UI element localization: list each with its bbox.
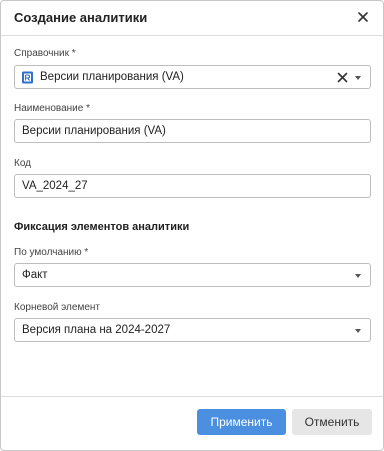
reference-book-icon bbox=[21, 71, 34, 84]
dialog-footer: Применить Отменить bbox=[1, 396, 383, 450]
name-input-value: Версии планирования (VA) bbox=[22, 125, 166, 137]
dialog-title: Создание аналитики bbox=[14, 10, 148, 25]
close-icon[interactable] bbox=[355, 9, 371, 25]
name-input[interactable]: Версии планирования (VA) bbox=[14, 119, 371, 143]
name-label: Наименование * bbox=[14, 103, 90, 114]
default-select-value: Факт bbox=[22, 269, 48, 281]
default-label: По умолчанию * bbox=[14, 247, 89, 258]
dialog-header: Создание аналитики bbox=[1, 1, 383, 36]
chevron-down-icon[interactable] bbox=[355, 76, 361, 80]
code-input[interactable]: VA_2024_27 bbox=[14, 174, 371, 198]
fixation-section-title: Фиксация элементов аналитики bbox=[14, 221, 190, 233]
chevron-down-icon[interactable] bbox=[355, 274, 361, 278]
code-input-value: VA_2024_27 bbox=[22, 180, 88, 192]
apply-button[interactable]: Применить bbox=[197, 409, 286, 435]
cancel-button[interactable]: Отменить bbox=[292, 409, 372, 435]
code-label: Код bbox=[14, 158, 32, 169]
default-select[interactable]: Факт bbox=[14, 263, 371, 287]
root-element-select[interactable]: Версия плана на 2024-2027 bbox=[14, 318, 371, 342]
create-analytics-dialog: Создание аналитики Справочник * Версии п… bbox=[0, 0, 384, 451]
reference-select-value: Версии планирования (VA) bbox=[40, 71, 184, 83]
chevron-down-icon[interactable] bbox=[355, 329, 361, 333]
reference-label: Справочник * bbox=[14, 48, 76, 59]
root-element-label: Корневой элемент bbox=[14, 302, 100, 313]
clear-icon[interactable] bbox=[336, 71, 349, 84]
root-element-select-value: Версия плана на 2024-2027 bbox=[22, 324, 171, 336]
reference-select[interactable]: Версии планирования (VA) bbox=[14, 65, 371, 89]
